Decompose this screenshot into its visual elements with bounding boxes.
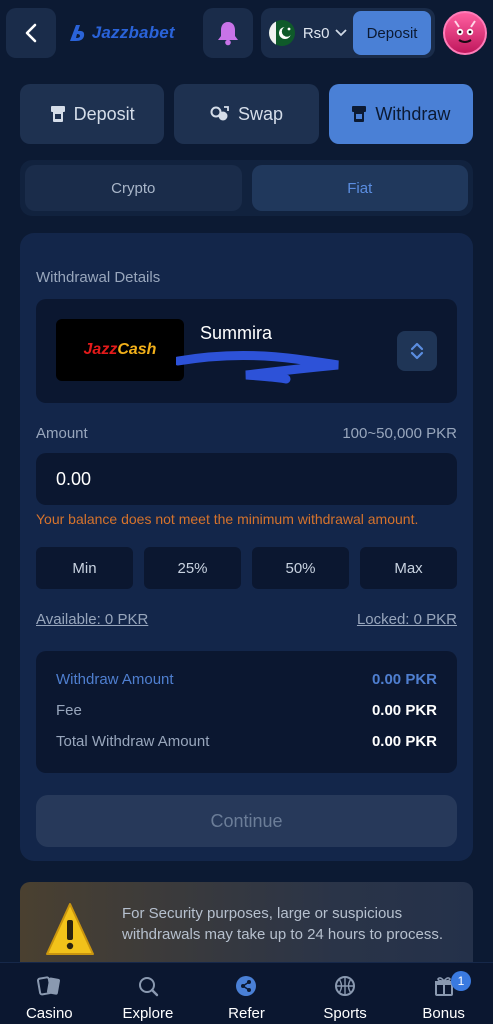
quick-50-button[interactable]: 50% [252,547,349,589]
jazzcash-logo-part-2: Cash [117,341,157,358]
summary-row-fee: Fee 0.00 PKR [56,702,437,733]
account-holder-name: Summira [200,323,273,343]
quick-amount-buttons: Min 25% 50% Max [36,547,457,589]
chevron-down-icon[interactable] [334,29,347,37]
summary-row-total: Total Withdraw Amount 0.00 PKR [56,733,437,764]
cards-icon [37,976,61,996]
balance-error-message: Your balance does not meet the minimum w… [36,511,419,527]
locked-balance-link[interactable]: Locked: 0 PKR [357,611,457,628]
explore-icon [138,977,159,997]
continue-button[interactable]: Continue [36,795,457,847]
nav-sports[interactable]: Sports [296,963,395,1024]
wallet-panel: Rs0 Deposit [260,8,436,58]
tab-swap[interactable]: Swap [174,84,319,144]
switch-method-button[interactable] [397,331,437,371]
jazzcash-logo-part-1: Jazz [83,341,118,358]
summary-value: 0.00 PKR [371,702,437,719]
tab-withdraw[interactable]: Withdraw [328,84,473,144]
summary-value: 0.00 PKR [371,671,437,688]
balance-amount[interactable]: Rs0 [303,25,330,42]
tab-label: Withdraw [375,103,451,124]
payment-method-selector[interactable]: Jazz Cash Summira [36,299,457,403]
section-label: Withdrawal Details [36,269,161,286]
transaction-tabs: Deposit Swap Withdraw [20,84,473,144]
quick-min-button[interactable]: Min [36,547,133,589]
quick-max-button[interactable]: Max [360,547,457,589]
withdraw-card: Withdrawal Details Jazz Cash Summira Amo… [20,233,473,861]
basketball-icon [335,976,356,996]
nav-explore[interactable]: Explore [99,963,198,1024]
summary-label: Total Withdraw Amount [56,733,210,750]
top-bar: Jazzbabet Rs0 Deposit [0,0,493,66]
currency-type-tabs: Crypto Fiat [20,160,473,216]
brand-logo[interactable]: Jazzbabet [66,13,195,53]
available-balance-link[interactable]: Available: 0 PKR [36,611,148,628]
up-down-chevron-icon [410,342,424,360]
summary-row-withdraw-amount: Withdraw Amount 0.00 PKR [56,671,437,702]
nav-label: Bonus [422,1005,465,1022]
summary-label: Fee [56,702,82,719]
chevron-left-icon [25,23,37,43]
tab-label: Swap [237,103,283,124]
nav-bonus[interactable]: Bonus 1 [394,963,493,1024]
atm-icon [50,106,65,122]
summary-label: Withdraw Amount [56,671,174,688]
tab-fiat[interactable]: Fiat [251,165,468,211]
amount-input[interactable] [36,453,457,505]
jazzcash-logo: Jazz Cash [56,319,184,381]
avatar[interactable] [443,11,488,55]
bonus-count-badge: 1 [450,971,471,991]
atm-icon [352,106,367,122]
nav-refer[interactable]: Refer [197,963,296,1024]
nav-casino[interactable]: Casino [0,963,99,1024]
nav-label: Refer [228,1005,265,1022]
share-icon [236,976,257,996]
nav-label: Sports [323,1005,367,1022]
bell-icon [217,22,238,46]
tab-deposit[interactable]: Deposit [20,84,165,144]
amount-label: Amount [36,425,88,442]
security-notice-text: For Security purposes, large or suspicio… [122,905,443,943]
back-button[interactable] [6,8,56,58]
quick-25-button[interactable]: 25% [144,547,241,589]
brand-name: Jazzbabet [91,23,175,42]
pakistan-flag-icon[interactable] [268,20,295,46]
tab-crypto[interactable]: Crypto [25,165,242,211]
header-deposit-button[interactable]: Deposit [353,11,432,55]
bottom-navigation: Casino Explore Refer Sports Bonus 1 [0,962,493,1024]
tab-label: Deposit [73,103,135,124]
redacted-scribble [176,350,339,384]
summary-value: 0.00 PKR [371,733,437,750]
notifications-button[interactable] [203,8,253,58]
nav-label: Casino [25,1005,73,1022]
nav-label: Explore [122,1005,174,1022]
amount-range: 100~50,000 PKR [342,425,457,442]
withdraw-summary: Withdraw Amount 0.00 PKR Fee 0.00 PKR To… [36,651,457,773]
monster-face-icon [454,20,476,43]
warning-icon [46,903,94,955]
swap-icon [210,106,229,121]
logo-mark-icon [69,25,84,41]
